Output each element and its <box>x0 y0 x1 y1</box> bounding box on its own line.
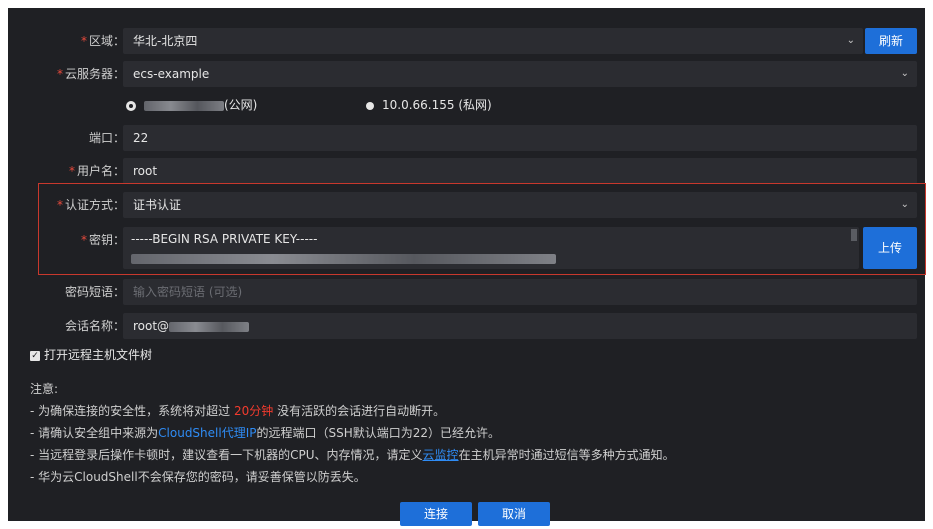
server-label: * 云服务器： <box>56 67 125 81</box>
passphrase-input[interactable]: 输入密码短语 (可选) <box>123 279 917 305</box>
note-3: - 当远程登录后操作卡顿时，建议查看一下机器的CPU、内存情况，请定义云监控在主… <box>30 448 675 462</box>
server-select[interactable]: ecs-example ⌄ <box>123 61 917 87</box>
connection-panel: * 区域： 华北-北京四 ⌄ 刷新 * 云服务器： ecs-example ⌄ (公网)… <box>8 8 926 526</box>
cloud-monitor-link[interactable]: 云监控 <box>423 448 459 462</box>
passphrase-label: 密码短语： <box>64 285 125 299</box>
region-row: * 区域： 华北-北京四 ⌄ 刷新 <box>8 28 925 54</box>
redacted-host <box>169 321 250 332</box>
session-label: 会话名称： <box>64 319 125 333</box>
redacted-key-content <box>131 250 851 267</box>
key-label: * 密钥： <box>80 233 125 247</box>
notes-section: 注意: - 为确保连接的安全性，系统将对超过 20分钟 没有活跃的会话进行自动断… <box>30 378 675 488</box>
note-2: - 请确认安全组中来源为CloudShell代理IP的远程端口（SSH默认端口为… <box>30 426 501 440</box>
key-row: * 密钥： -----BEGIN RSA PRIVATE KEY----- 上传 <box>8 227 925 269</box>
port-input[interactable]: 22 <box>123 125 917 151</box>
passphrase-row: 密码短语： 输入密码短语 (可选) <box>8 279 925 305</box>
port-label: 端口： <box>88 131 125 145</box>
username-row: * 用户名： root <box>8 158 925 184</box>
chevron-down-icon: ⌄ <box>846 35 855 46</box>
port-row: 端口： 22 <box>8 125 925 151</box>
connect-button[interactable]: 连接 <box>400 502 472 526</box>
private-ip-radio[interactable]: 10.0.66.155 (私网) <box>366 92 492 118</box>
auth-label: * 认证方式： <box>56 198 125 212</box>
redacted-public-ip <box>144 100 224 111</box>
ip-radio-row: (公网) 10.0.66.155 (私网) <box>8 92 925 118</box>
radio-unselected-icon <box>366 101 374 110</box>
radio-selected-icon <box>126 100 136 111</box>
cloudshell-proxy-ip-link[interactable]: CloudShell代理IP <box>158 426 256 440</box>
region-label: * 区域： <box>80 34 125 48</box>
cancel-button[interactable]: 取消 <box>478 502 550 526</box>
note-4: - 华为云CloudShell不会保存您的密码，请妥善保管以防丢失。 <box>30 470 366 484</box>
username-input[interactable]: root <box>123 158 917 184</box>
note-1: - 为确保连接的安全性，系统将对超过 20分钟 没有活跃的会话进行自动断开。 <box>30 404 446 418</box>
key-scrollbar[interactable] <box>851 229 857 241</box>
username-label: * 用户名： <box>68 164 125 178</box>
session-row: 会话名称： root@ <box>8 313 925 339</box>
server-row: * 云服务器： ecs-example ⌄ <box>8 61 925 87</box>
session-name-input[interactable]: root@ <box>123 313 917 339</box>
public-ip-radio[interactable]: (公网) <box>126 92 257 118</box>
auth-select[interactable]: 证书认证 ⌄ <box>123 192 917 218</box>
key-textarea[interactable]: -----BEGIN RSA PRIVATE KEY----- <box>123 227 859 269</box>
auth-row: * 认证方式： 证书认证 ⌄ <box>8 192 925 218</box>
chevron-down-icon: ⌄ <box>900 68 909 79</box>
upload-button[interactable]: 上传 <box>863 227 917 269</box>
checkbox-checked-icon: ✓ <box>30 350 40 361</box>
chevron-down-icon: ⌄ <box>900 199 909 210</box>
file-tree-checkbox[interactable]: ✓ 打开远程主机文件树 <box>30 346 152 364</box>
refresh-button[interactable]: 刷新 <box>865 28 917 54</box>
notes-title: 注意: <box>30 382 59 396</box>
region-select[interactable]: 华北-北京四 ⌄ <box>123 28 863 54</box>
